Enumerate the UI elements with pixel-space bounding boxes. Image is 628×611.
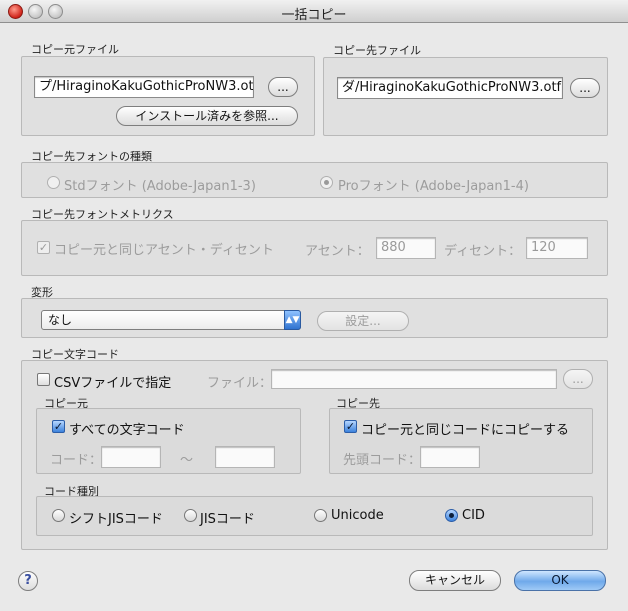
csv-file-label: ファイル：: [207, 376, 273, 391]
start-code-field[interactable]: [420, 446, 480, 468]
dest-file-label: コピー先ファイル: [333, 44, 421, 57]
all-codes-label: すべての文字コード: [69, 423, 185, 438]
source-code-label: コード：: [50, 453, 103, 468]
descent-label: ディセント：: [444, 244, 522, 259]
code-type-group: シフトJISコード JISコード Unicode CID: [36, 496, 593, 536]
dest-browse-button[interactable]: ...: [570, 78, 600, 98]
code-source-group: ✓ すべての文字コード コード： 〜: [36, 408, 301, 474]
csv-browse-button[interactable]: ...: [563, 369, 593, 389]
ascent-label: アセント：: [305, 244, 370, 259]
transform-settings-button[interactable]: 設定...: [317, 311, 409, 331]
ok-button[interactable]: OK: [514, 570, 606, 591]
same-code-label: コピー元と同じコードにコピーする: [361, 423, 570, 438]
std-font-radio[interactable]: [47, 176, 60, 189]
ascent-field[interactable]: 880: [376, 237, 436, 259]
code-from-field[interactable]: [101, 446, 161, 468]
source-file-path-field[interactable]: プ/HiraginoKakuGothicProNW3.otf: [34, 76, 254, 98]
all-codes-checkbox[interactable]: ✓: [52, 420, 65, 433]
unicode-radio[interactable]: [314, 509, 327, 522]
help-button[interactable]: ?: [18, 571, 38, 591]
jis-label: JISコード: [200, 512, 255, 527]
code-to-field[interactable]: [215, 446, 275, 468]
csv-label: CSVファイルで指定: [54, 376, 172, 391]
title-bar: 一括コピー: [0, 0, 628, 23]
shiftjis-label: シフトJISコード: [69, 512, 163, 527]
chevron-updown-icon: ▲▼: [284, 310, 301, 330]
csv-checkbox[interactable]: [37, 373, 50, 386]
cid-label: CID: [462, 508, 485, 523]
transform-group: なし ▲▼ 設定...: [21, 298, 608, 338]
transform-selected-value: なし: [48, 313, 73, 327]
source-file-group: プ/HiraginoKakuGothicProNW3.otf ... インストー…: [21, 56, 315, 136]
window-title: 一括コピー: [281, 8, 347, 23]
dialog-window: 一括コピー コピー元ファイル プ/HiraginoKakuGothicProNW…: [0, 0, 628, 611]
cancel-button[interactable]: キャンセル: [409, 570, 501, 591]
pro-font-radio[interactable]: [320, 176, 333, 189]
metrics-group: ✓ コピー元と同じアセント・ディセント アセント： 880 ディセント： 120: [21, 220, 608, 276]
transform-select[interactable]: なし ▲▼: [41, 310, 301, 330]
unicode-label: Unicode: [331, 508, 384, 523]
source-browse-button[interactable]: ...: [268, 77, 298, 97]
cid-radio[interactable]: [445, 509, 458, 522]
same-metrics-checkbox[interactable]: ✓: [37, 241, 50, 254]
dest-file-group: ダ/HiraginoKakuGothicProNW3.otf ...: [323, 57, 608, 136]
installed-browse-button[interactable]: インストール済みを参照...: [116, 106, 298, 126]
same-metrics-label: コピー元と同じアセント・ディセント: [54, 243, 274, 258]
jis-radio[interactable]: [184, 509, 197, 522]
dest-file-path-field[interactable]: ダ/HiraginoKakuGothicProNW3.otf: [337, 77, 563, 99]
shiftjis-radio[interactable]: [52, 509, 65, 522]
pro-font-label: Proフォント (Adobe-Japan1-4): [338, 179, 529, 194]
range-separator: 〜: [180, 453, 194, 468]
char-code-group: CSVファイルで指定 ファイル： ... コピー元 ✓ すべての文字コード コー…: [21, 360, 608, 550]
std-font-label: Stdフォント (Adobe-Japan1-3): [64, 179, 256, 194]
same-code-checkbox[interactable]: ✓: [344, 420, 357, 433]
descent-field[interactable]: 120: [526, 237, 588, 259]
font-type-group: Stdフォント (Adobe-Japan1-3) Proフォント (Adobe-…: [21, 162, 608, 198]
code-dest-group: ✓ コピー元と同じコードにコピーする 先頭コード：: [329, 408, 593, 474]
csv-file-field[interactable]: [271, 369, 557, 389]
source-file-label: コピー元ファイル: [31, 43, 119, 56]
start-code-label: 先頭コード：: [343, 453, 422, 468]
